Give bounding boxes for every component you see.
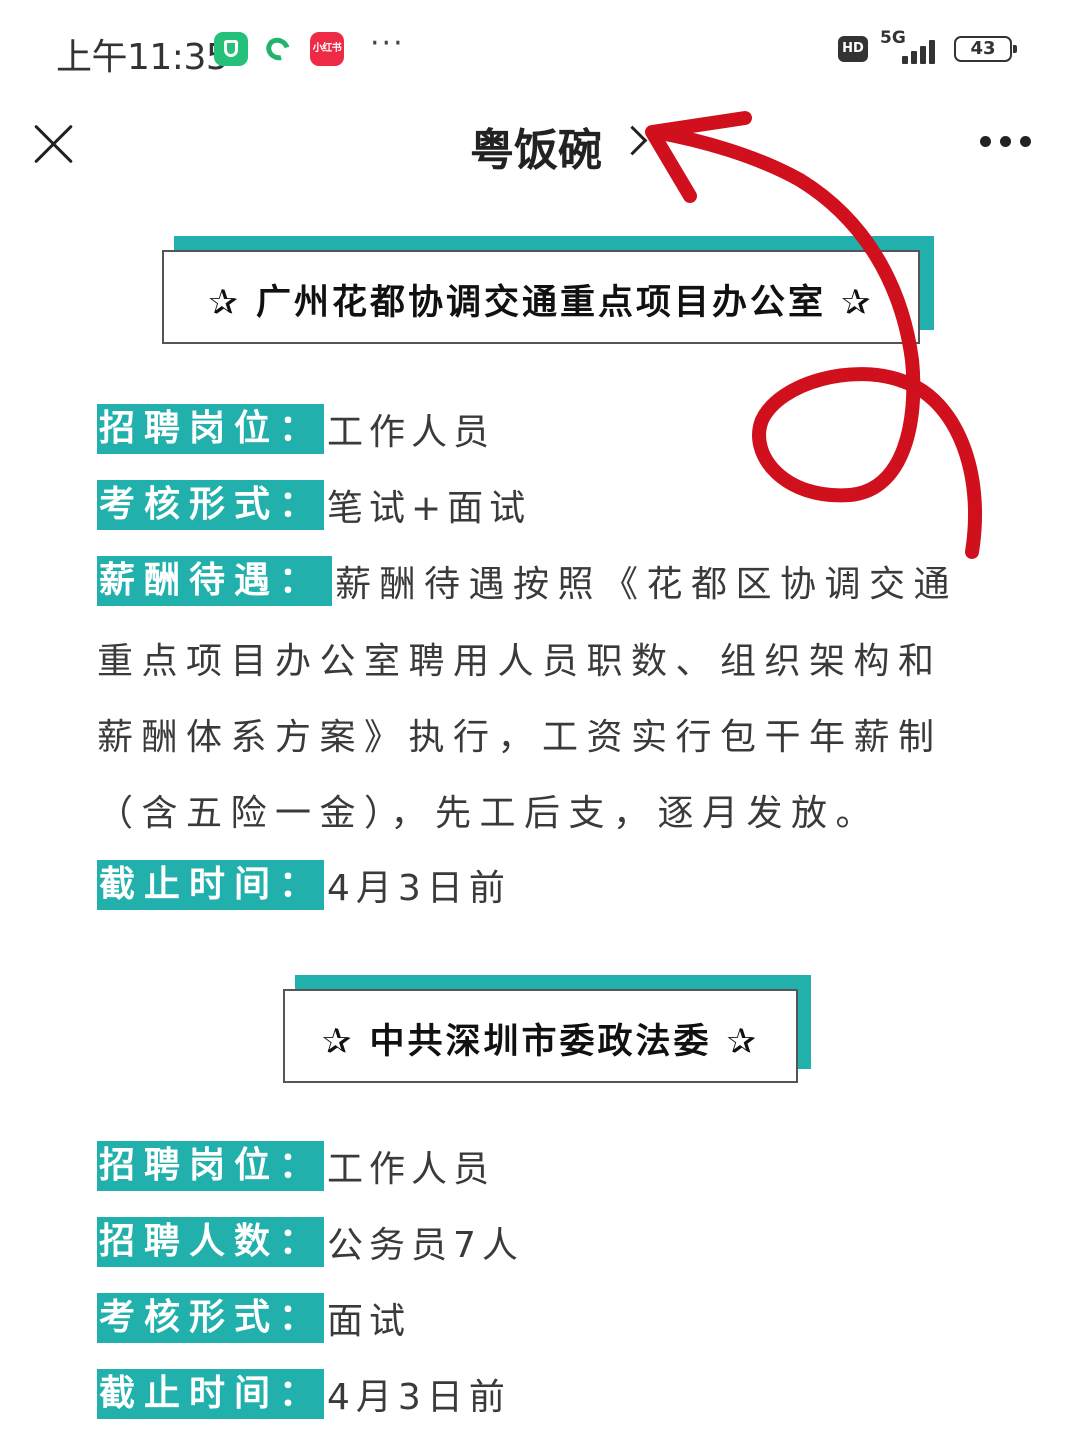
info-label: 考核形式：	[97, 1293, 325, 1343]
info-label: 考核形式：	[97, 480, 325, 530]
info-value: 工作人员	[327, 1149, 496, 1190]
info-row-position: 招聘岗位： 工作人员	[97, 1141, 495, 1191]
info-row-assessment: 考核形式： 面试	[97, 1293, 411, 1343]
info-value: 工作人员	[327, 412, 496, 453]
header-box: ✰ 广州花都协调交通重点项目办公室 ✰	[162, 250, 920, 344]
info-value: 公务员7人	[327, 1225, 524, 1266]
account-title[interactable]: 粤饭碗	[470, 114, 602, 178]
section-header-shenzhen: ✰ 中共深圳市委政法委 ✰	[283, 975, 811, 1083]
chevron-right-icon[interactable]	[617, 125, 648, 156]
salary-text-line: 薪酬体系方案》执行，工资实行包干年薪制	[97, 717, 943, 758]
hd-voice-icon: HD	[838, 36, 868, 62]
info-label: 招聘人数：	[97, 1217, 325, 1267]
info-row-deadline: 截止时间： 4月3日前	[97, 860, 511, 910]
info-row-salary: 薪酬待遇： 薪酬待遇按照《花都区协调交通	[97, 556, 958, 606]
info-row-position: 招聘岗位： 工作人员	[97, 404, 495, 454]
info-value: 笔试+面试	[327, 488, 532, 529]
info-row-assessment: 考核形式： 笔试+面试	[97, 480, 531, 530]
info-label: 招聘岗位：	[97, 1141, 325, 1191]
info-row-deadline: 截止时间： 4月3日前	[97, 1369, 511, 1419]
section-header-huadu: ✰ 广州花都协调交通重点项目办公室 ✰	[162, 236, 934, 344]
info-row-headcount: 招聘人数： 公务员7人	[97, 1217, 524, 1267]
xiaohongshu-app-icon: 小红书	[310, 32, 344, 66]
info-value: 面试	[327, 1301, 412, 1342]
info-label: 截止时间：	[97, 860, 325, 910]
status-bar: 上午11:35 小红书 ··· HD 5G 43	[0, 0, 1080, 100]
battery-icon: 43	[954, 36, 1017, 62]
close-button[interactable]	[30, 120, 78, 168]
info-label: 截止时间：	[97, 1369, 325, 1419]
salary-text-line: 重点项目办公室聘用人员职数、组织架构和	[97, 641, 943, 682]
signal-strength-icon	[896, 38, 942, 64]
status-time: 上午11:35	[56, 37, 229, 78]
security-shield-icon	[214, 32, 248, 66]
info-label: 招聘岗位：	[97, 404, 325, 454]
info-value: 薪酬待遇按照《花都区协调交通	[335, 564, 959, 605]
notification-more-icon: ···	[370, 26, 405, 61]
header-box: ✰ 中共深圳市委政法委 ✰	[283, 989, 798, 1083]
section-title: ✰ 广州花都协调交通重点项目办公室 ✰	[208, 283, 874, 323]
info-value: 4月3日前	[327, 868, 511, 909]
salary-text-line: （含五险一金），先工后支，逐月发放。	[97, 793, 881, 834]
more-options-button[interactable]	[978, 136, 1034, 152]
info-value: 4月3日前	[327, 1377, 511, 1418]
nav-bar: 粤饭碗	[0, 100, 1080, 190]
section-title: ✰ 中共深圳市委政法委 ✰	[321, 1022, 760, 1062]
info-label: 薪酬待遇：	[97, 556, 333, 606]
app-swirl-icon	[262, 32, 296, 66]
